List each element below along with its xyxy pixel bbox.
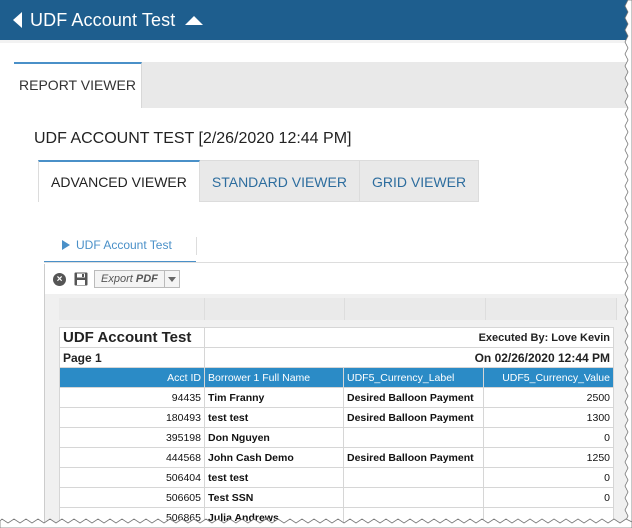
grid-guide (486, 298, 617, 320)
cell-currency-value: 0 (483, 467, 614, 488)
floppy-disk-icon[interactable] (74, 272, 88, 286)
table-row: 444568 John Cash Demo Desired Balloon Pa… (59, 447, 614, 468)
tab-grid-viewer[interactable]: GRID VIEWER (359, 160, 480, 202)
cell-currency-label (343, 467, 484, 488)
table-row: 395198 Don Nguyen 0 (59, 427, 614, 448)
collapse-up-icon[interactable] (185, 15, 204, 25)
tab-underline (44, 262, 632, 263)
cell-borrower-name: Don Nguyen (204, 427, 344, 448)
executed-by: Executed By: Love Kevin (204, 327, 614, 348)
cell-borrower-name: test test (204, 407, 344, 428)
cell-currency-value: 0 (483, 487, 614, 508)
table-row: 506404 test test 0 (59, 467, 614, 488)
cell-currency-value: 0 (483, 427, 614, 448)
table-row: 94435 Tim Franny Desired Balloon Payment… (59, 387, 614, 408)
header-divider (0, 40, 632, 43)
cell-borrower-name: Test SSN (204, 487, 344, 508)
table-row: 506605 Test SSN 0 (59, 487, 614, 508)
viewer-tabs: ADVANCED VIEWER STANDARD VIEWER GRID VIE… (38, 160, 480, 202)
column-header[interactable]: UDF5_Currency_Value (483, 367, 614, 388)
column-header[interactable]: Acct ID (59, 367, 205, 388)
run-date: On 02/26/2020 12:44 PM (204, 347, 614, 368)
cell-acct-id: 506605 (59, 487, 205, 508)
export-label: Export PDF (101, 273, 158, 285)
grid-guide (205, 298, 345, 320)
report-table: UDF Account Test Executed By: Love Kevin… (59, 327, 614, 528)
cell-borrower-name: test test (204, 467, 344, 488)
tab-standard-viewer[interactable]: STANDARD VIEWER (199, 160, 360, 202)
grid-column-guides (59, 298, 617, 320)
report-name: UDF Account Test (59, 327, 205, 348)
back-arrow-icon[interactable] (13, 12, 22, 28)
tab-report-viewer[interactable]: REPORT VIEWER (14, 62, 142, 108)
torn-edge-bottom (0, 518, 632, 528)
export-dropdown[interactable]: Export PDF (94, 270, 180, 288)
cell-currency-value: 2500 (483, 387, 614, 408)
inner-tab-label: UDF Account Test (76, 238, 172, 252)
play-triangle-icon (62, 240, 70, 250)
cell-currency-label: Desired Balloon Payment (343, 387, 484, 408)
cell-acct-id: 444568 (59, 447, 205, 468)
report-panel: × Export PDF UDF Account Test Executed B… (44, 264, 632, 528)
report-viewer-tabbar: REPORT VIEWER (14, 62, 632, 108)
page-number: Page 1 (59, 347, 205, 368)
column-header-row: Acct ID Borrower 1 Full Name UDF5_Curren… (59, 367, 614, 388)
table-row: 180493 test test Desired Balloon Payment… (59, 407, 614, 428)
chevron-down-icon[interactable] (163, 271, 179, 287)
cell-acct-id: 180493 (59, 407, 205, 428)
cell-borrower-name: John Cash Demo (204, 447, 344, 468)
tab-advanced-viewer[interactable]: ADVANCED VIEWER (38, 160, 200, 202)
report-header-row: UDF Account Test Executed By: Love Kevin (59, 327, 614, 348)
cell-currency-label: Desired Balloon Payment (343, 447, 484, 468)
app-frame: UDF Account Test REPORT VIEWER UDF ACCOU… (0, 0, 632, 528)
cell-currency-label: Desired Balloon Payment (343, 407, 484, 428)
report-heading: UDF ACCOUNT TEST [2/26/2020 12:44 PM] (34, 130, 352, 147)
report-page-row: Page 1 On 02/26/2020 12:44 PM (59, 347, 614, 368)
torn-edge-right (624, 0, 632, 528)
close-circle-icon[interactable]: × (53, 272, 66, 286)
column-header[interactable]: Borrower 1 Full Name (204, 367, 344, 388)
cell-currency-value: 1250 (483, 447, 614, 468)
report-canvas: UDF Account Test Executed By: Love Kevin… (45, 294, 632, 528)
column-header[interactable]: UDF5_Currency_Label (343, 367, 484, 388)
cell-borrower-name: Tim Franny (204, 387, 344, 408)
cell-currency-label (343, 487, 484, 508)
cell-currency-value: 1300 (483, 407, 614, 428)
cell-acct-id: 506404 (59, 467, 205, 488)
tab-separator (196, 237, 197, 255)
cell-acct-id: 395198 (59, 427, 205, 448)
cell-currency-label (343, 427, 484, 448)
report-toolbar: × Export PDF (45, 264, 632, 294)
top-header: UDF Account Test (0, 0, 632, 40)
tab-udf-account-test[interactable]: UDF Account Test (44, 235, 196, 263)
page-title: UDF Account Test (30, 9, 176, 30)
grid-guide (345, 298, 486, 320)
report-rows: 94435 Tim Franny Desired Balloon Payment… (59, 387, 614, 528)
grid-guide (59, 298, 205, 320)
cell-acct-id: 94435 (59, 387, 205, 408)
